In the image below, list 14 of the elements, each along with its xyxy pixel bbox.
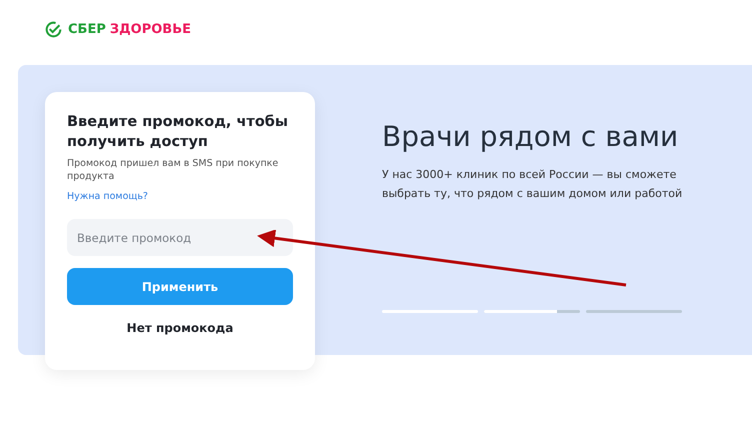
slide-indicator[interactable]	[484, 310, 580, 313]
banner-text: У нас 3000+ клиник по всей России — вы сможете выбрать ту, что рядом с вашим домом или работой	[382, 167, 684, 202]
card-title: Введите промокод, чтобы получить доступ	[67, 113, 290, 152]
help-link[interactable]: Нужна помощь?	[67, 191, 148, 202]
no-code-button[interactable]: Нет промокода	[120, 315, 240, 341]
slide-indicator[interactable]	[586, 310, 682, 313]
banner-title: Врачи рядом с вами	[382, 120, 680, 153]
apply-button[interactable]: Применить	[67, 268, 293, 305]
card-hint: Промокод пришел вам в SMS при покупке продукта	[67, 157, 280, 183]
logo-icon	[45, 20, 62, 38]
logo-brand: СБЕР	[68, 22, 106, 36]
slide-indicator[interactable]	[382, 310, 478, 313]
promo-field[interactable]: Введите промокод	[67, 219, 293, 256]
logo-product: ЗДОРОВЬЕ	[110, 22, 192, 36]
